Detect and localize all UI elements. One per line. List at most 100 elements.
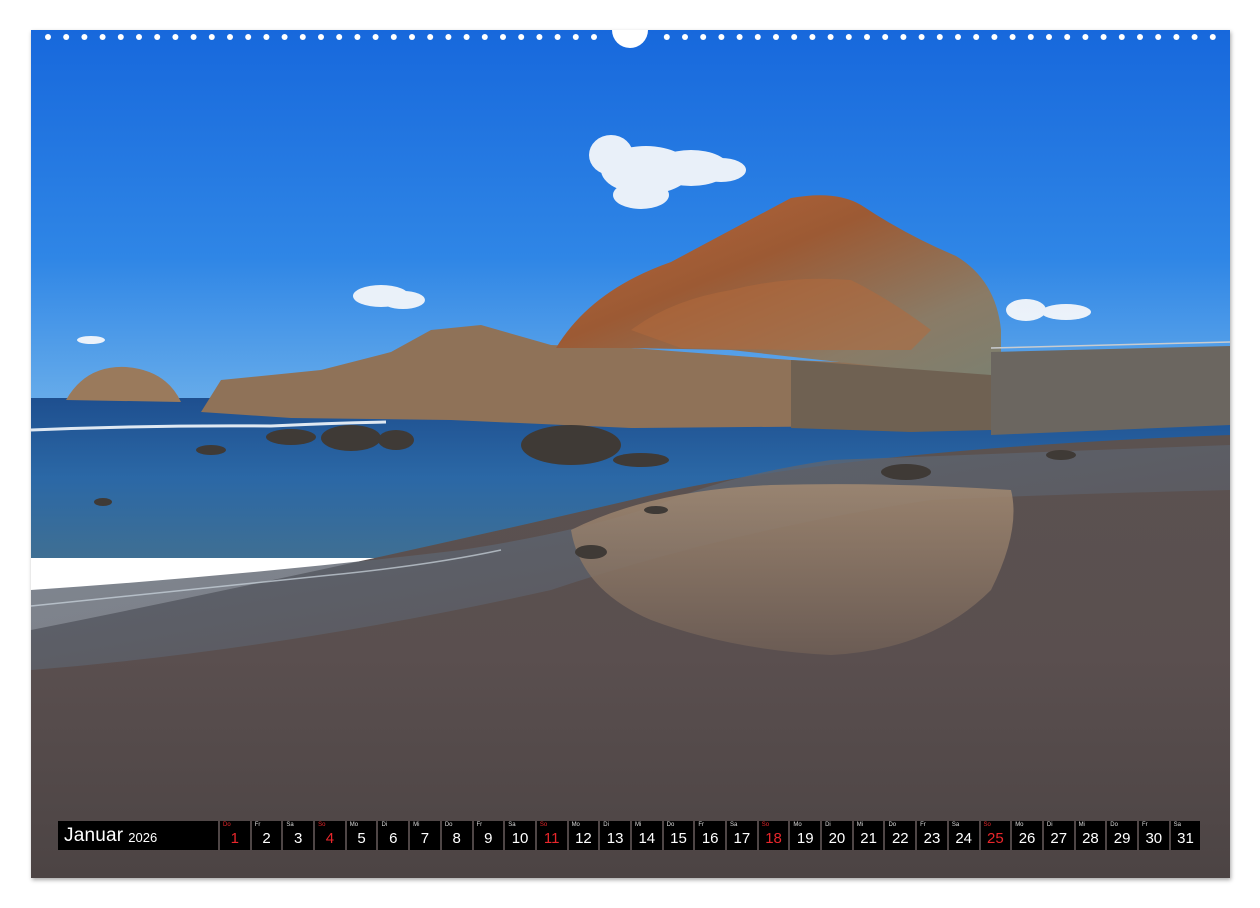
day-cell: Mo 5: [346, 821, 377, 850]
weekday-label: Fr: [698, 822, 704, 828]
day-cell: So 18: [758, 821, 789, 850]
day-cell: Mi 7: [410, 821, 440, 850]
weekday-label: Do: [666, 822, 675, 828]
month-name: Januar: [64, 824, 124, 846]
day-number: 10: [511, 830, 529, 847]
day-cell: Fr 23: [917, 821, 947, 850]
day-number: 19: [796, 830, 814, 847]
day-number: 14: [638, 830, 656, 847]
weekday-label: Sa: [508, 822, 516, 828]
day-number: 27: [1050, 830, 1068, 847]
weekday-label: Mo: [349, 822, 359, 828]
day-cell: Di 27: [1043, 821, 1074, 850]
weekday-label: Di: [381, 822, 388, 828]
day-cell: Di 13: [600, 821, 630, 850]
day-number: 15: [670, 830, 687, 847]
day-cells: Do 1 Fr 2 Sa 3 So 4 Mo 5 Di 6 Mi 7 Do 8 Fr 9 Sa 10 So 11 Mo 12 D…: [220, 821, 1201, 850]
day-cell: So 25: [980, 821, 1011, 850]
day-number: 12: [575, 830, 592, 847]
weekday-label: Sa: [1173, 822, 1181, 828]
weekday-label: Mi: [1078, 822, 1085, 828]
day-cell: Sa 10: [505, 821, 535, 850]
weekday-label: Do: [444, 822, 453, 828]
day-number: 24: [955, 830, 972, 847]
day-cell: Mi 28: [1075, 821, 1106, 850]
weekday-label: Sa: [286, 822, 294, 828]
weekday-label: Sa: [951, 822, 960, 828]
day-cell: Do 29: [1107, 821, 1137, 850]
weekday-label: Di: [1046, 822, 1053, 828]
day-number: 4: [325, 830, 335, 847]
weekday-label: So: [318, 822, 326, 828]
weekday-label: Sa: [730, 822, 738, 828]
weekday-label: So: [539, 822, 548, 828]
day-number: 29: [1113, 830, 1131, 847]
weekday-label: Mi: [856, 822, 864, 828]
day-number: 8: [452, 830, 461, 847]
day-cell: Sa 24: [948, 821, 979, 850]
day-cell: Fr 9: [473, 821, 504, 850]
weekday-label: So: [761, 822, 770, 828]
day-number: 30: [1145, 830, 1163, 847]
day-cell: Sa 3: [283, 821, 314, 850]
day-cell: So 4: [315, 821, 345, 850]
day-number: 22: [891, 830, 909, 847]
weekday-label: Fr: [254, 822, 261, 828]
weekday-label: Fr: [1141, 822, 1148, 828]
landscape-photo: [31, 30, 1230, 878]
day-number: 1: [230, 830, 240, 847]
weekday-label: Di: [825, 822, 831, 828]
day-cell: Do 22: [885, 821, 916, 850]
day-number: 7: [420, 830, 430, 847]
day-number: 2: [262, 830, 271, 847]
weekday-label: So: [983, 822, 991, 828]
day-number: 20: [828, 830, 846, 847]
year-label: 2026: [128, 830, 158, 845]
day-cell: Do 15: [663, 821, 694, 850]
calendar-strip: Januar 2026 Do 1 Fr 2 Sa 3 So 4 Mo 5 Di 6 Mi 7 Do 8 Fr 9 S…: [58, 821, 1201, 850]
day-number: 31: [1177, 830, 1194, 847]
day-number: 13: [606, 830, 624, 847]
weekday-label: Mi: [413, 822, 420, 828]
day-number: 17: [733, 830, 751, 847]
calendar-page: Januar 2026 Do 1 Fr 2 Sa 3 So 4 Mo 5 Di 6 Mi 7 Do 8 Fr 9 S…: [0, 0, 1260, 908]
day-number: 11: [543, 830, 560, 847]
day-number: 3: [294, 830, 303, 847]
day-cell: Do 1: [220, 821, 250, 850]
weekday-label: Di: [603, 822, 609, 828]
day-cell: Di 20: [822, 821, 852, 850]
day-cell: Di 6: [378, 821, 409, 850]
weekday-label: Mo: [571, 822, 580, 828]
day-cell: Fr 2: [251, 821, 282, 850]
day-cell: Do 8: [441, 821, 472, 850]
weekday-label: Fr: [476, 822, 483, 828]
day-cell: Mo 12: [568, 821, 599, 850]
day-cell: Fr 16: [695, 821, 725, 850]
day-cell: Sa 17: [727, 821, 757, 850]
month-label: Januar 2026: [58, 821, 218, 850]
day-number: 5: [357, 830, 366, 847]
day-number: 16: [701, 830, 719, 847]
day-number: 25: [987, 830, 1004, 847]
weekday-label: Fr: [920, 822, 926, 828]
day-cell: Mi 21: [853, 821, 884, 850]
weekday-label: Mo: [793, 822, 802, 828]
day-cell: Mi 14: [631, 821, 662, 850]
day-number: 28: [1082, 830, 1099, 847]
day-cell: So 11: [536, 821, 567, 850]
day-number: 23: [923, 830, 941, 847]
day-number: 21: [860, 830, 877, 847]
day-cell: Mo 26: [1012, 821, 1042, 850]
day-number: 18: [765, 830, 782, 847]
weekday-label: Mo: [1015, 822, 1024, 828]
day-number: 26: [1018, 830, 1036, 847]
weekday-label: Do: [888, 822, 897, 828]
day-number: 9: [484, 830, 493, 847]
day-cell: Mo 19: [790, 821, 821, 850]
day-cell: Sa 31: [1170, 821, 1201, 850]
beach-rock-scene: [31, 30, 1230, 878]
weekday-label: Mi: [634, 822, 642, 828]
day-number: 6: [389, 830, 398, 847]
weekday-label: Do: [1110, 822, 1118, 828]
day-cell: Fr 30: [1138, 821, 1169, 850]
